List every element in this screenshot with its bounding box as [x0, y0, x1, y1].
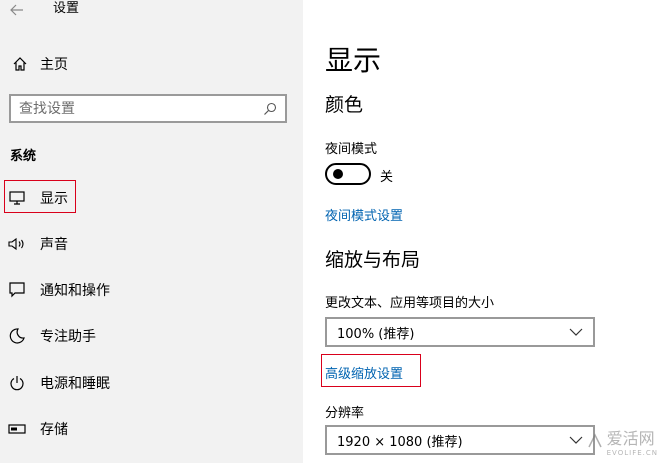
moon-icon: [0, 328, 34, 344]
watermark-sub: EVOLIFE.CN: [606, 449, 658, 457]
main-content: 显示 颜色 夜间模式 关 夜间模式设置 缩放与布局 更改文本、应用等项目的大小 …: [303, 0, 666, 463]
resolution-value: 1920 × 1080 (推荐): [337, 434, 463, 450]
night-mode-label: 夜间模式: [325, 142, 378, 157]
sidebar-item-notifications[interactable]: 通知和操作: [0, 274, 303, 306]
sidebar-item-power[interactable]: 电源和睡眠: [0, 367, 303, 399]
sidebar-item-label: 存储: [40, 422, 68, 438]
logo-icon: [587, 433, 602, 448]
storage-icon: [0, 424, 34, 434]
sidebar-item-storage[interactable]: 存储: [0, 413, 303, 445]
sidebar-item-home[interactable]: 主页: [0, 50, 303, 78]
sidebar-item-label: 主页: [40, 57, 68, 73]
resolution-dropdown[interactable]: 1920 × 1080 (推荐): [325, 425, 595, 455]
toggle-knob: [333, 169, 343, 179]
chevron-down-icon: [569, 328, 583, 336]
resolution-label: 分辨率: [325, 406, 365, 421]
color-heading: 颜色: [325, 94, 364, 116]
sidebar: 设置 主页 系统 显示 声音 通知和操作 专注助手: [0, 0, 303, 463]
sidebar-item-focus-assist[interactable]: 专注助手: [0, 320, 303, 352]
message-icon: [0, 282, 34, 298]
chevron-down-icon: [569, 436, 583, 444]
watermark: 爱活网 EVOLIFE.CN: [587, 425, 658, 457]
night-mode-state: 关: [380, 170, 394, 185]
search-box[interactable]: [9, 94, 287, 123]
night-mode-toggle[interactable]: [325, 163, 371, 185]
back-button[interactable]: [0, 0, 34, 20]
sidebar-item-label: 专注助手: [40, 329, 96, 345]
watermark-text: 爱活网: [606, 429, 655, 448]
power-icon: [0, 375, 34, 391]
sidebar-item-label: 电源和睡眠: [40, 376, 110, 392]
sidebar-item-sound[interactable]: 声音: [0, 228, 303, 260]
home-icon: [0, 56, 40, 72]
speaker-icon: [0, 237, 34, 251]
app-title: 设置: [53, 1, 80, 16]
scale-heading: 缩放与布局: [325, 249, 421, 271]
text-size-value: 100% (推荐): [337, 326, 415, 342]
sidebar-item-label: 通知和操作: [40, 283, 110, 299]
page-title: 显示: [325, 44, 382, 77]
search-icon[interactable]: [263, 102, 277, 116]
night-mode-settings-link[interactable]: 夜间模式设置: [325, 205, 403, 224]
highlight-frame-advanced: [321, 354, 421, 387]
section-label: 系统: [10, 149, 37, 164]
text-size-dropdown[interactable]: 100% (推荐): [325, 317, 595, 347]
arrow-left-icon: [10, 4, 23, 16]
search-input[interactable]: [19, 100, 263, 117]
highlight-frame-display: [4, 180, 76, 213]
sidebar-item-label: 声音: [40, 237, 68, 253]
text-size-label: 更改文本、应用等项目的大小: [325, 296, 495, 311]
